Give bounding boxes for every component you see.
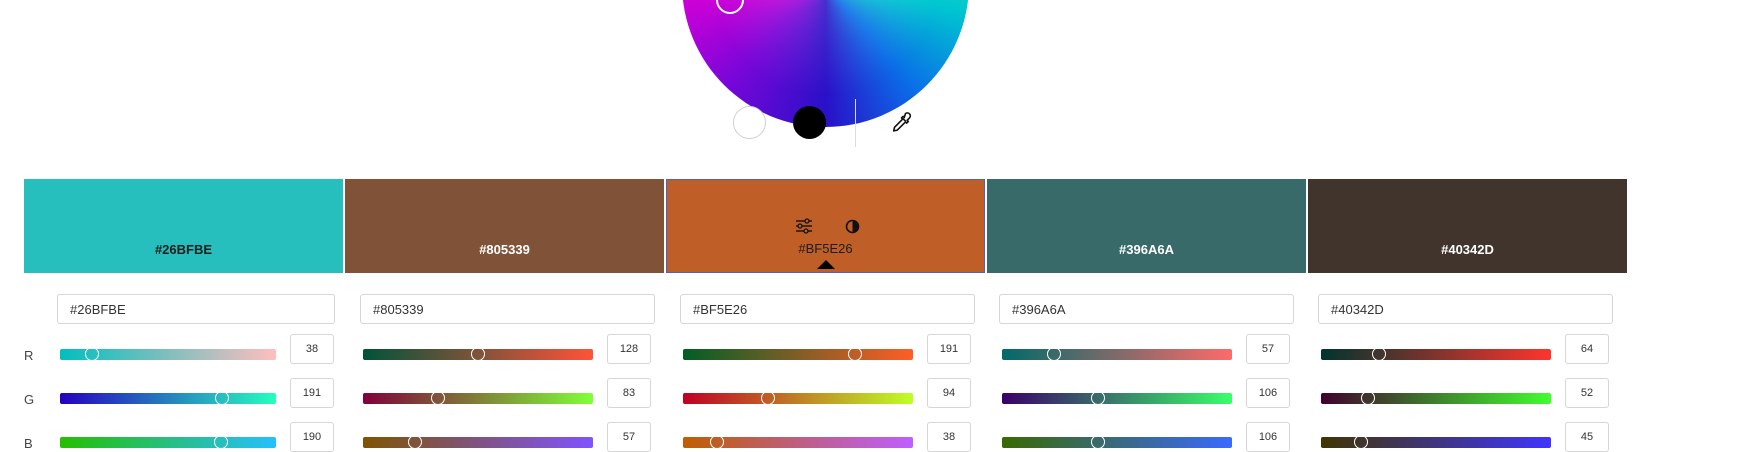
- red-value-box[interactable]: 57: [1246, 334, 1290, 364]
- red-slider-knob[interactable]: [1046, 347, 1061, 361]
- red-slider-knob[interactable]: [1371, 347, 1386, 361]
- black-circle-icon[interactable]: [793, 106, 826, 139]
- swatch-hex-label: #BF5E26: [798, 241, 853, 256]
- white-circle-icon[interactable]: [733, 106, 766, 139]
- swatch-1[interactable]: #26BFBE: [24, 179, 343, 273]
- swatch-hex-label: #26BFBE: [154, 242, 213, 257]
- blue-value-box[interactable]: 57: [607, 422, 651, 452]
- green-value-box[interactable]: 83: [607, 378, 651, 408]
- green-value-box[interactable]: 52: [1565, 378, 1609, 408]
- red-slider-knob[interactable]: [471, 347, 486, 361]
- red-value-box[interactable]: 38: [290, 334, 334, 364]
- hex-input-4[interactable]: [999, 294, 1294, 324]
- red-slider-knob[interactable]: [848, 347, 863, 361]
- red-value-box[interactable]: 128: [607, 334, 651, 364]
- swatch-3-active[interactable]: #BF5E26: [666, 179, 985, 273]
- blue-slider-5[interactable]: [1321, 435, 1551, 449]
- toolbar-divider: [855, 99, 856, 147]
- green-value-box[interactable]: 106: [1246, 378, 1290, 408]
- blue-slider-knob[interactable]: [1354, 435, 1369, 449]
- red-slider-1[interactable]: [60, 347, 276, 361]
- blue-slider-knob[interactable]: [213, 435, 228, 449]
- green-slider-4[interactable]: [1002, 391, 1232, 405]
- red-slider-2[interactable]: [363, 347, 593, 361]
- blue-slider-4[interactable]: [1002, 435, 1232, 449]
- red-slider-knob[interactable]: [85, 347, 100, 361]
- red-slider-5[interactable]: [1321, 347, 1551, 361]
- swatch-tools: [795, 218, 875, 234]
- swatch-2[interactable]: #805339: [345, 179, 664, 273]
- contrast-icon[interactable]: [845, 219, 860, 239]
- eyedropper-icon[interactable]: [887, 109, 915, 137]
- blue-slider-knob[interactable]: [407, 435, 422, 449]
- swatch-4[interactable]: #396A6A: [987, 179, 1306, 273]
- blue-value-box[interactable]: 38: [927, 422, 971, 452]
- blue-slider-knob[interactable]: [1090, 435, 1105, 449]
- blue-value-box[interactable]: 106: [1246, 422, 1290, 452]
- swatch-hex-label: #40342D: [1441, 242, 1494, 257]
- blue-slider-1[interactable]: [60, 435, 276, 449]
- green-slider-3[interactable]: [683, 391, 913, 405]
- swatch-hex-label: #805339: [479, 242, 530, 257]
- red-slider-3[interactable]: [683, 347, 913, 361]
- swatch-5[interactable]: #40342D: [1308, 179, 1627, 273]
- green-slider-knob[interactable]: [1090, 391, 1105, 405]
- blue-slider-2[interactable]: [363, 435, 593, 449]
- color-wheel[interactable]: [682, 0, 969, 127]
- swatch-hex-label: #396A6A: [1119, 242, 1174, 257]
- blue-value-box[interactable]: 45: [1565, 422, 1609, 452]
- adjust-sliders-icon[interactable]: [795, 218, 813, 239]
- hex-input-3[interactable]: [680, 294, 975, 324]
- green-value-box[interactable]: 94: [927, 378, 971, 408]
- red-value-box[interactable]: 64: [1565, 334, 1609, 364]
- red-row-label: R: [24, 348, 34, 363]
- blue-slider-3[interactable]: [683, 435, 913, 449]
- hex-input-2[interactable]: [360, 294, 655, 324]
- blue-value-box[interactable]: 190: [290, 422, 334, 452]
- green-slider-5[interactable]: [1321, 391, 1551, 405]
- green-slider-1[interactable]: [60, 391, 276, 405]
- green-slider-knob[interactable]: [1360, 391, 1375, 405]
- blue-slider-knob[interactable]: [710, 435, 725, 449]
- green-row-label: G: [24, 392, 35, 407]
- red-value-box[interactable]: 191: [927, 334, 971, 364]
- active-swatch-caret: [817, 260, 835, 269]
- red-slider-4[interactable]: [1002, 347, 1232, 361]
- green-slider-2[interactable]: [363, 391, 593, 405]
- hex-input-5[interactable]: [1318, 294, 1613, 324]
- green-slider-knob[interactable]: [760, 391, 775, 405]
- green-slider-knob[interactable]: [430, 391, 445, 405]
- hex-input-1[interactable]: [57, 294, 335, 324]
- green-slider-knob[interactable]: [214, 391, 229, 405]
- swatch-row: #26BFBE #805339 #BF5E26 #396A6A #40342D: [24, 179, 1627, 273]
- green-value-box[interactable]: 191: [290, 378, 334, 408]
